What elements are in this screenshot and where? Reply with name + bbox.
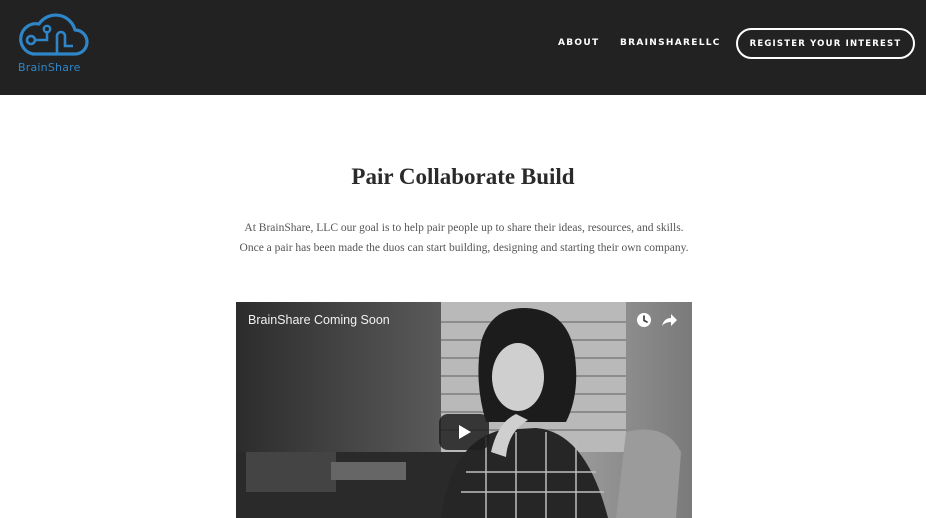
brand-name: BrainShare xyxy=(18,61,81,74)
clock-icon[interactable] xyxy=(636,312,652,328)
nav-about-link[interactable]: ABOUT xyxy=(558,38,599,48)
register-interest-button[interactable]: REGISTER YOUR INTEREST xyxy=(736,28,915,59)
share-icon[interactable] xyxy=(661,312,678,328)
play-button[interactable] xyxy=(439,414,489,450)
nav-brainsharellc-link[interactable]: BRAINSHARELLC xyxy=(620,38,721,48)
brand-logo[interactable]: BrainShare xyxy=(14,10,94,76)
play-icon xyxy=(459,425,471,439)
cloud-circuit-icon xyxy=(19,13,89,56)
video-title[interactable]: BrainShare Coming Soon xyxy=(248,313,390,327)
video-player[interactable]: BrainShare Coming Soon xyxy=(236,302,692,518)
site-header: BrainShare ABOUT BRAINSHARELLC REGISTER … xyxy=(0,0,926,95)
intro-paragraph: At BrainShare, LLC our goal is to help p… xyxy=(239,222,689,254)
page-title: Pair Collaborate Build xyxy=(351,164,575,189)
video-thumbnail xyxy=(236,302,692,518)
